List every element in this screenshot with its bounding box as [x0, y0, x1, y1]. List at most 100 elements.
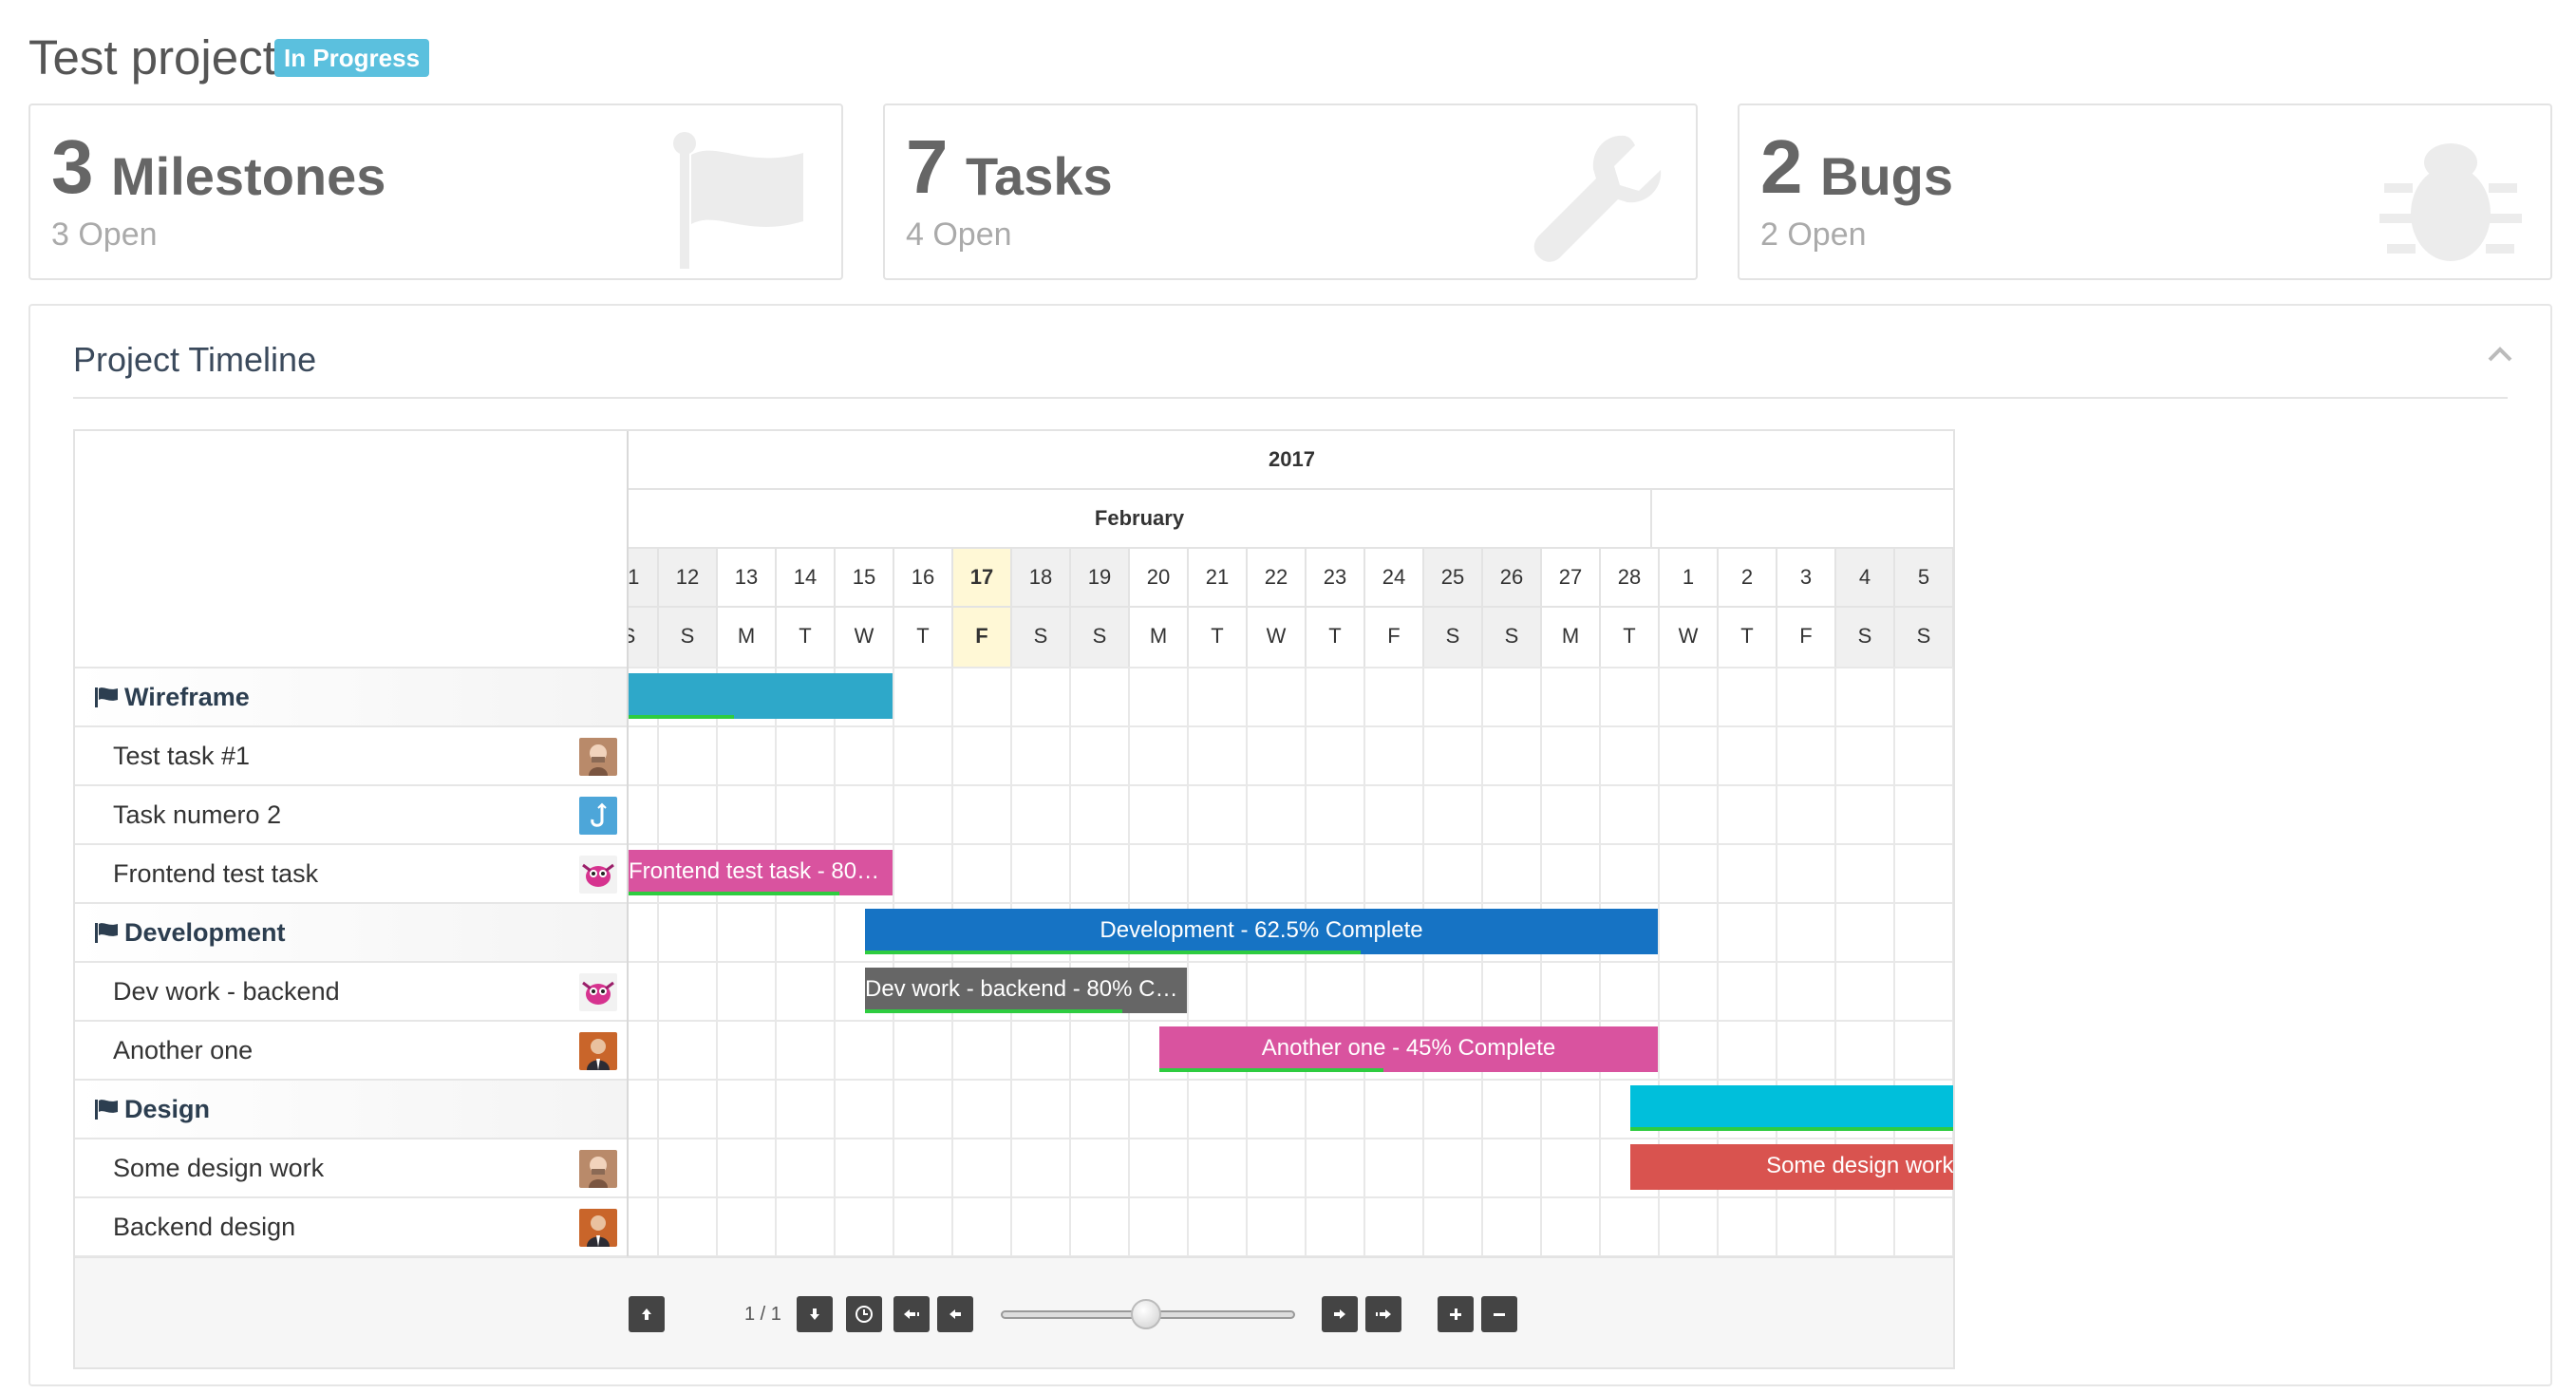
milestone-label: Design	[124, 1095, 211, 1123]
milestones-label: Milestones	[111, 146, 386, 206]
gantt-bar[interactable]: Another one - 45% Complete	[1159, 1026, 1658, 1072]
weekday-header: W	[836, 608, 894, 667]
weekday-header: F	[1365, 608, 1424, 667]
progress-indicator	[865, 951, 1361, 954]
task-label: Backend design	[113, 1213, 296, 1241]
day-header: 26	[1483, 549, 1542, 608]
day-header: 28	[1601, 549, 1660, 608]
zoom-in-button[interactable]	[1438, 1296, 1474, 1332]
grid-row-line	[629, 1020, 1953, 1022]
bar-label: Another one - 45% Complete	[1261, 1035, 1556, 1061]
month-header: February	[629, 490, 1953, 549]
task-row[interactable]: Another one	[75, 1020, 627, 1079]
task-row[interactable]: Backend design	[75, 1196, 627, 1255]
timeline-grid-pane: 2017 February 11S12S13M14T15W16T17F18S19…	[629, 431, 1955, 1256]
tasks-card[interactable]: 7 Tasks 4 Open	[883, 104, 1698, 280]
weekday-header: F	[953, 608, 1012, 667]
arrow-right-icon	[1334, 1309, 1345, 1319]
day-header: 18	[1012, 549, 1071, 608]
move-up-button[interactable]	[629, 1296, 665, 1332]
tasks-count: 7	[906, 124, 949, 209]
chevron-up-icon[interactable]	[2488, 346, 2512, 367]
weekday-header: M	[1954, 608, 1955, 667]
task-row[interactable]: Task numero 2	[75, 784, 627, 843]
gantt-bar[interactable]: Development - 62.5% Complete	[865, 909, 1658, 954]
bugs-open: 2 Open	[1760, 216, 1867, 253]
task-label: Test task #1	[113, 742, 251, 770]
milestone-row[interactable]: Wireframe	[75, 667, 627, 725]
milestone-label: Wireframe	[124, 683, 250, 711]
day-header: 1	[1660, 549, 1719, 608]
avatar	[579, 856, 617, 894]
weekday-header: S	[1012, 608, 1071, 667]
milestones-card[interactable]: 3 Milestones 3 Open	[28, 104, 843, 280]
day-header: 27	[1542, 549, 1601, 608]
gantt-bar[interactable]: Design - 50% Complete	[1630, 1085, 1953, 1131]
scroll-right-button[interactable]	[1322, 1296, 1358, 1332]
gantt-bar[interactable]: Some design work - 0% Complete	[1630, 1144, 1953, 1190]
go-today-button[interactable]	[846, 1296, 882, 1332]
task-row[interactable]: Frontend test task	[75, 843, 627, 902]
day-header: 16	[894, 549, 953, 608]
avatar	[579, 1150, 617, 1188]
gantt-bar[interactable]: Dev work - backend - 80% Complete	[865, 968, 1187, 1013]
day-header: 20	[1130, 549, 1189, 608]
minus-icon	[1494, 1313, 1505, 1316]
task-row[interactable]: Dev work - backend	[75, 961, 627, 1020]
gantt-bar[interactable]: Frontend test task - 80% Complete	[629, 850, 893, 895]
arrow-up-icon	[642, 1308, 651, 1320]
grid-row-line	[629, 902, 1953, 904]
milestones-count: 3	[51, 124, 94, 209]
task-label: Some design work	[113, 1154, 325, 1182]
weekday-header: T	[1307, 608, 1365, 667]
zoom-slider-handle[interactable]	[1131, 1299, 1161, 1329]
gantt-bar[interactable]	[629, 673, 893, 719]
scroll-left-button[interactable]	[937, 1296, 973, 1332]
flag-icon	[670, 126, 813, 273]
weekday-header: S	[1424, 608, 1483, 667]
grid-row-line	[629, 1196, 1953, 1198]
milestone-row[interactable]: Development	[75, 902, 627, 961]
scroll-begin-button[interactable]	[893, 1296, 930, 1332]
progress-indicator	[1630, 1127, 1953, 1131]
weekday-header: T	[1189, 608, 1248, 667]
day-header: 2	[1719, 549, 1777, 608]
weekday-header: W	[1660, 608, 1719, 667]
bugs-label: Bugs	[1820, 146, 1953, 206]
grid-row-line	[629, 961, 1953, 963]
day-header: 25	[1424, 549, 1483, 608]
bugs-count: 2	[1760, 124, 1803, 209]
bugs-card[interactable]: 2 Bugs 2 Open	[1738, 104, 2552, 280]
milestone-row[interactable]: Design	[75, 1079, 627, 1138]
progress-indicator	[629, 892, 840, 895]
task-row[interactable]: Test task #1	[75, 725, 627, 784]
day-header: 11	[629, 549, 659, 608]
day-header: 6	[1954, 549, 1955, 608]
grid-row-line	[629, 1079, 1953, 1081]
bar-label: Dev work - backend - 80% Complete	[865, 976, 1187, 1002]
weekday-header: T	[894, 608, 953, 667]
weekday-header: T	[1601, 608, 1660, 667]
row-divider	[75, 1255, 627, 1257]
milestone-label: Development	[124, 918, 286, 947]
bar-label: Frontend test task - 80% Complete	[629, 858, 893, 884]
zoom-out-button[interactable]	[1481, 1296, 1517, 1332]
day-header: 13	[718, 549, 777, 608]
move-down-button[interactable]	[797, 1296, 833, 1332]
clock-icon	[856, 1306, 873, 1323]
avatar	[579, 973, 617, 1011]
milestones-open: 3 Open	[51, 216, 158, 253]
day-header: 12	[659, 549, 718, 608]
weekday-header: S	[629, 608, 659, 667]
panel-title: Project Timeline	[73, 340, 317, 379]
progress-indicator	[1159, 1068, 1384, 1072]
grid-row-line	[629, 1138, 1953, 1139]
day-header: 14	[777, 549, 836, 608]
weekday-header: T	[1719, 608, 1777, 667]
avatar	[579, 797, 617, 835]
gantt-chart: Wireframe Test task #1 Task numero 2 Fronte…	[73, 429, 1955, 1369]
scroll-end-button[interactable]	[1365, 1296, 1401, 1332]
task-row[interactable]: Some design work	[75, 1138, 627, 1196]
year-header: 2017	[629, 431, 1953, 490]
month-label: February	[629, 490, 1652, 549]
